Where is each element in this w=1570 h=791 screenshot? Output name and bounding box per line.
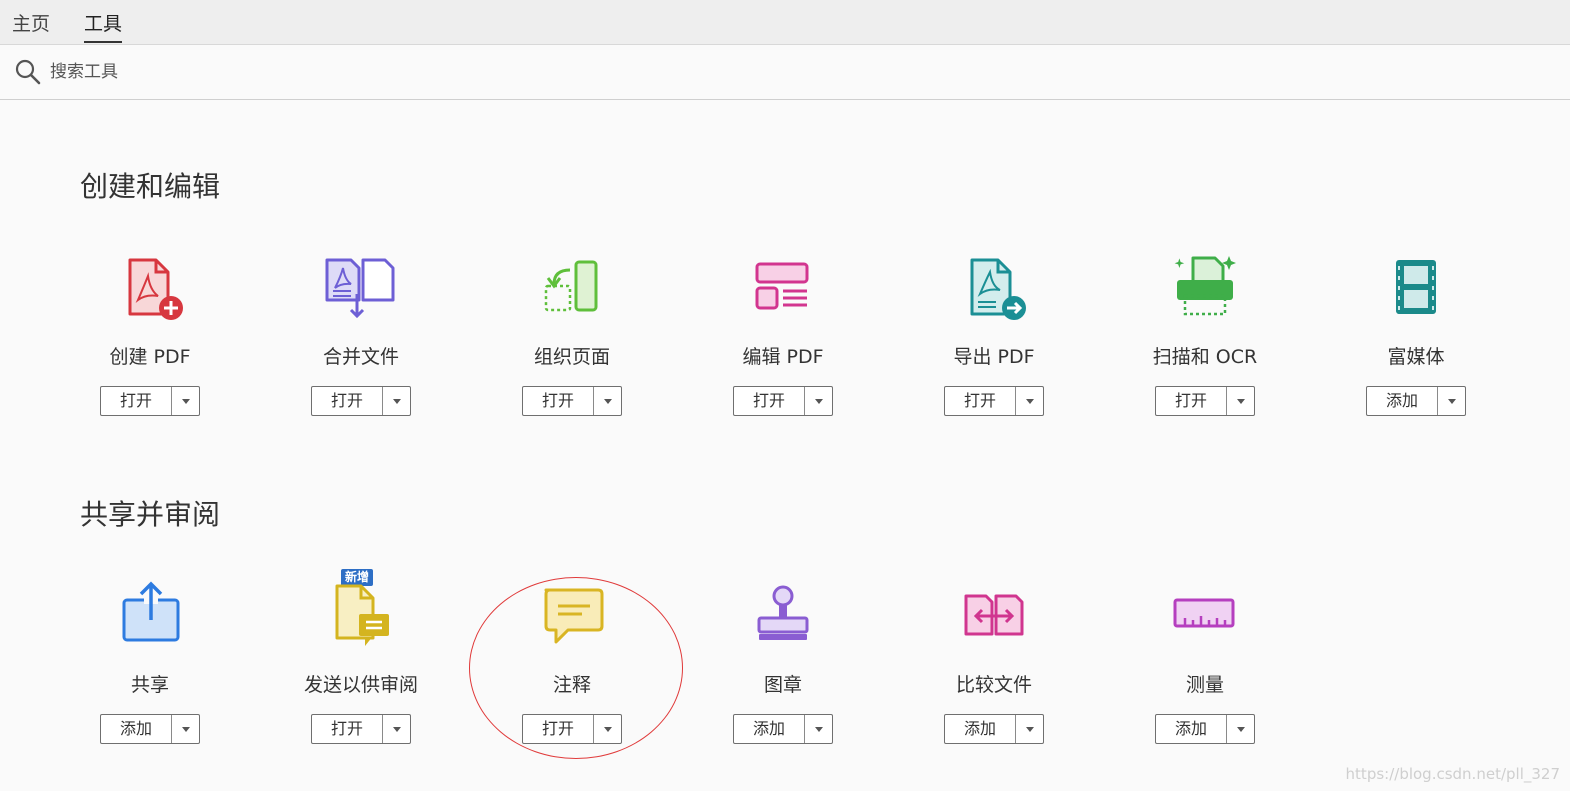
chevron-down-icon[interactable] bbox=[383, 387, 410, 415]
chevron-down-icon[interactable] bbox=[1227, 387, 1254, 415]
section-title-share-review: 共享并审阅 bbox=[80, 498, 221, 531]
section-title-create-edit: 创建和编辑 bbox=[80, 170, 221, 203]
tool-edit-pdf: 编辑 PDF 打开 bbox=[693, 250, 873, 450]
measure-icon bbox=[1173, 598, 1235, 628]
stamp-icon bbox=[757, 585, 809, 640]
chevron-down-icon[interactable] bbox=[1438, 387, 1465, 415]
tool-measure: 测量 添加 bbox=[1115, 578, 1295, 778]
tool-comment: 注释 打开 bbox=[482, 578, 662, 778]
tool-scan-ocr: 扫描和 OCR 打开 bbox=[1115, 250, 1295, 450]
share-icon bbox=[122, 581, 180, 642]
create-pdf-icon bbox=[128, 258, 183, 320]
open-button[interactable]: 打开 bbox=[734, 387, 805, 415]
search-bar bbox=[0, 45, 1570, 100]
scan-ocr-icon bbox=[1174, 256, 1236, 316]
tool-label: 扫描和 OCR bbox=[1152, 346, 1258, 368]
open-button[interactable]: 打开 bbox=[101, 387, 172, 415]
open-button[interactable]: 打开 bbox=[523, 715, 594, 743]
edit-pdf-icon bbox=[755, 262, 809, 310]
open-split-button[interactable]: 打开 bbox=[100, 386, 200, 416]
add-button[interactable]: 添加 bbox=[734, 715, 805, 743]
open-split-button[interactable]: 打开 bbox=[1155, 386, 1255, 416]
organize-pages-icon bbox=[544, 260, 598, 312]
tool-label: 测量 bbox=[1185, 674, 1224, 696]
chevron-down-icon[interactable] bbox=[594, 387, 621, 415]
open-split-button[interactable]: 打开 bbox=[311, 714, 411, 744]
tool-create-pdf: 创建 PDF 打开 bbox=[60, 250, 240, 450]
search-input[interactable] bbox=[50, 59, 650, 85]
open-split-button[interactable]: 打开 bbox=[522, 714, 622, 744]
tool-label: 比较文件 bbox=[955, 674, 1032, 696]
chevron-down-icon[interactable] bbox=[1016, 715, 1043, 743]
tool-label: 共享 bbox=[130, 674, 169, 696]
add-button[interactable]: 添加 bbox=[1367, 387, 1438, 415]
open-split-button[interactable]: 打开 bbox=[311, 386, 411, 416]
tool-label: 发送以供审阅 bbox=[303, 674, 418, 696]
top-tab-bar: 主页 工具 bbox=[0, 0, 1570, 45]
open-button[interactable]: 打开 bbox=[312, 387, 383, 415]
tool-combine-files: 合并文件 打开 bbox=[271, 250, 451, 450]
watermark: https://blog.csdn.net/pll_327 bbox=[1345, 765, 1560, 783]
tool-export-pdf: 导出 PDF 打开 bbox=[904, 250, 1084, 450]
tool-label: 创建 PDF bbox=[109, 346, 191, 368]
tool-rich-media: 富媒体 添加 bbox=[1326, 250, 1506, 450]
tool-share: 共享 添加 bbox=[60, 578, 240, 778]
tool-label: 编辑 PDF bbox=[742, 346, 824, 368]
export-pdf-icon bbox=[970, 258, 1026, 320]
add-split-button[interactable]: 添加 bbox=[100, 714, 200, 744]
tool-label: 导出 PDF bbox=[953, 346, 1035, 368]
chevron-down-icon[interactable] bbox=[1227, 715, 1254, 743]
tool-send-for-review: 新增 发送以供审阅 打开 bbox=[271, 569, 451, 778]
tool-label: 注释 bbox=[552, 674, 591, 696]
add-button[interactable]: 添加 bbox=[1156, 715, 1227, 743]
open-split-button[interactable]: 打开 bbox=[944, 386, 1044, 416]
open-button[interactable]: 打开 bbox=[523, 387, 594, 415]
tab-tools[interactable]: 工具 bbox=[84, 9, 123, 43]
open-split-button[interactable]: 打开 bbox=[522, 386, 622, 416]
chevron-down-icon[interactable] bbox=[805, 715, 832, 743]
add-split-button[interactable]: 添加 bbox=[944, 714, 1044, 744]
add-button[interactable]: 添加 bbox=[101, 715, 172, 743]
chevron-down-icon[interactable] bbox=[172, 715, 199, 743]
rich-media-icon bbox=[1396, 260, 1436, 314]
tool-label: 合并文件 bbox=[322, 346, 399, 368]
combine-files-icon bbox=[325, 258, 395, 319]
tool-compare-files: 比较文件 添加 bbox=[904, 578, 1084, 778]
chevron-down-icon[interactable] bbox=[383, 715, 410, 743]
tool-organize-pages: 组织页面 打开 bbox=[482, 250, 662, 450]
open-button[interactable]: 打开 bbox=[312, 715, 383, 743]
add-split-button[interactable]: 添加 bbox=[1155, 714, 1255, 744]
tool-label: 组织页面 bbox=[533, 346, 610, 368]
tool-label: 富媒体 bbox=[1387, 346, 1445, 368]
compare-files-icon bbox=[964, 594, 1024, 636]
tool-label: 图章 bbox=[763, 674, 802, 696]
search-icon bbox=[15, 59, 41, 85]
chevron-down-icon[interactable] bbox=[1016, 387, 1043, 415]
open-button[interactable]: 打开 bbox=[945, 387, 1016, 415]
chevron-down-icon[interactable] bbox=[805, 387, 832, 415]
open-split-button[interactable]: 打开 bbox=[733, 386, 833, 416]
tool-stamp: 图章 添加 bbox=[693, 578, 873, 778]
add-split-button[interactable]: 添加 bbox=[1366, 386, 1466, 416]
open-button[interactable]: 打开 bbox=[1156, 387, 1227, 415]
add-button[interactable]: 添加 bbox=[945, 715, 1016, 743]
send-for-review-icon bbox=[335, 584, 389, 646]
add-split-button[interactable]: 添加 bbox=[733, 714, 833, 744]
comment-icon bbox=[544, 588, 604, 644]
chevron-down-icon[interactable] bbox=[172, 387, 199, 415]
chevron-down-icon[interactable] bbox=[594, 715, 621, 743]
tab-home[interactable]: 主页 bbox=[12, 9, 50, 36]
